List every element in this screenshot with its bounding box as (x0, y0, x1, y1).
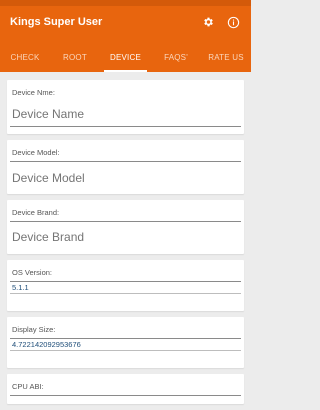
device-brand-divider (10, 221, 241, 222)
tab-bar: CHECK ROOT DEVICE FAQS' RATE US (0, 42, 251, 72)
device-model-field[interactable]: Device Model (12, 171, 85, 185)
tab-check[interactable]: CHECK (0, 42, 50, 72)
app-bar: Kings Super User CHECK ROOT DEVICE FAQS'… (0, 0, 251, 72)
tab-rate-us[interactable]: RATE US (201, 42, 251, 72)
os-version-card: OS Version: 5.1.1 (7, 260, 244, 311)
tab-root[interactable]: ROOT (50, 42, 100, 72)
display-size-card: Display Size: 4.722142092953676 (7, 317, 244, 368)
tab-faqs[interactable]: FAQS' (151, 42, 201, 72)
toolbar: Kings Super User (0, 6, 251, 42)
display-size-value: 4.722142092953676 (12, 340, 81, 349)
device-model-label: Device Model: (12, 148, 60, 157)
os-version-value: 5.1.1 (12, 283, 29, 292)
info-icon[interactable] (225, 14, 241, 30)
device-brand-card: Device Brand: Device Brand (7, 200, 244, 254)
display-size-divider (10, 338, 241, 339)
gear-icon[interactable] (200, 14, 216, 30)
device-brand-field[interactable]: Device Brand (12, 230, 84, 244)
display-size-label: Display Size: (12, 325, 56, 334)
os-version-underline (10, 293, 241, 294)
app-title: Kings Super User (10, 16, 103, 28)
device-name-underline (10, 126, 241, 127)
device-name-field[interactable]: Device Name (12, 107, 84, 121)
device-name-label: Device Nme: (12, 88, 55, 97)
tab-device[interactable]: DEVICE (100, 42, 151, 72)
cpu-abi-label: CPU ABI: (12, 382, 44, 391)
cpu-abi-divider (10, 395, 241, 396)
device-name-card: Device Nme: Device Name (7, 80, 244, 134)
os-version-label: OS Version: (12, 268, 53, 277)
device-info-list: Device Nme: Device Name Device Model: De… (7, 80, 244, 410)
display-size-underline (10, 350, 241, 351)
os-version-divider (10, 281, 241, 282)
device-brand-label: Device Brand: (12, 208, 60, 217)
device-model-card: Device Model: Device Model (7, 140, 244, 194)
device-model-divider (10, 161, 241, 162)
